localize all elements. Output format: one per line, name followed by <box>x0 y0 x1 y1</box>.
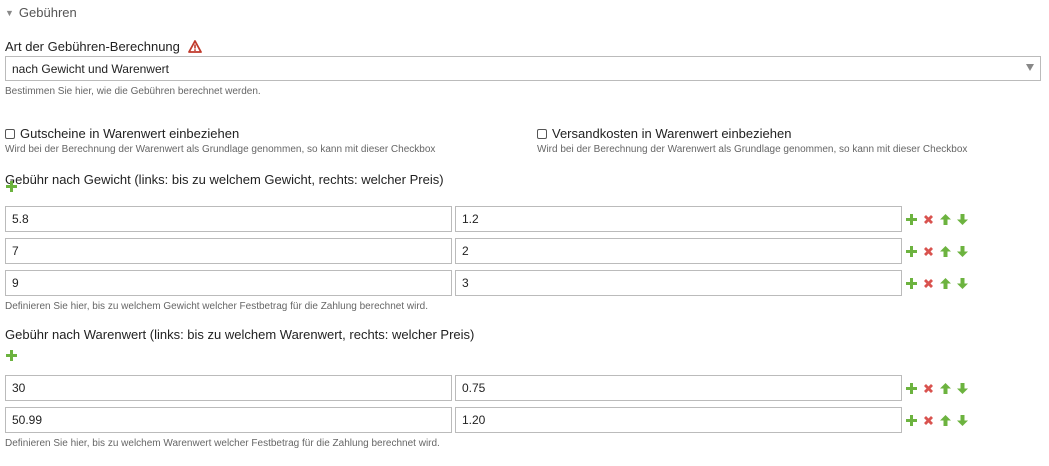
plus-icon[interactable] <box>905 213 918 226</box>
value-fees-help: Definieren Sie hier, bis zu welchem Ware… <box>5 438 440 449</box>
delete-x-icon[interactable] <box>922 213 935 226</box>
fee-type-selected-value: nach Gewicht und Warenwert <box>12 61 169 76</box>
plus-icon[interactable] <box>905 382 918 395</box>
plus-icon[interactable] <box>5 180 18 193</box>
weight-row-3-actions <box>905 270 969 296</box>
checkbox-shipping-label[interactable]: Versandkosten in Warenwert einbeziehen <box>552 126 791 141</box>
value-add-row-button[interactable] <box>5 349 18 367</box>
arrow-up-icon[interactable] <box>939 414 952 427</box>
fee-type-select[interactable]: nach Gewicht und Warenwert <box>5 56 1041 81</box>
section-header-gebuehren[interactable]: ▼ Gebühren <box>5 5 77 20</box>
checkbox-shipping[interactable]: Versandkosten in Warenwert einbeziehen <box>537 126 791 141</box>
arrow-up-icon[interactable] <box>939 245 952 258</box>
weight-row-1-right-input[interactable]: 1.2 <box>455 206 902 232</box>
weight-row-2-left-input[interactable]: 7 <box>5 238 452 264</box>
plus-icon[interactable] <box>5 349 18 362</box>
weight-row-1-actions <box>905 206 969 232</box>
weight-fees-label: Gebühr nach Gewicht (links: bis zu welch… <box>5 172 444 187</box>
arrow-down-icon[interactable] <box>956 382 969 395</box>
checkbox-shipping-help: Wird bei der Berechnung der Warenwert al… <box>537 144 968 155</box>
fee-type-label: Art der Gebühren-Berechnung <box>5 39 202 56</box>
arrow-up-icon[interactable] <box>939 213 952 226</box>
dropdown-arrow-icon[interactable] <box>1026 64 1034 71</box>
arrow-up-icon[interactable] <box>939 382 952 395</box>
delete-x-icon[interactable] <box>922 414 935 427</box>
plus-icon[interactable] <box>905 245 918 258</box>
weight-row-3-left-input[interactable]: 9 <box>5 270 452 296</box>
arrow-up-icon[interactable] <box>939 277 952 290</box>
checkbox-vouchers-help: Wird bei der Berechnung der Warenwert al… <box>5 144 436 155</box>
weight-row-1-left-input[interactable]: 5.8 <box>5 206 452 232</box>
value-row-2-left-input[interactable]: 50.99 <box>5 407 452 433</box>
weight-fees-help: Definieren Sie hier, bis zu welchem Gewi… <box>5 301 428 312</box>
delete-x-icon[interactable] <box>922 245 935 258</box>
delete-x-icon[interactable] <box>922 382 935 395</box>
delete-x-icon[interactable] <box>922 277 935 290</box>
checkbox-vouchers-box[interactable] <box>5 128 15 139</box>
value-fees-label: Gebühr nach Warenwert (links: bis zu wel… <box>5 327 475 342</box>
arrow-down-icon[interactable] <box>956 414 969 427</box>
arrow-down-icon[interactable] <box>956 245 969 258</box>
checkbox-vouchers[interactable]: Gutscheine in Warenwert einbeziehen <box>5 126 239 141</box>
arrow-down-icon[interactable] <box>956 277 969 290</box>
checkbox-vouchers-label[interactable]: Gutscheine in Warenwert einbeziehen <box>20 126 239 141</box>
value-row-1-left-input[interactable]: 30 <box>5 375 452 401</box>
value-row-1-actions <box>905 375 969 401</box>
value-row-1-right-input[interactable]: 0.75 <box>455 375 902 401</box>
weight-row-2-actions <box>905 238 969 264</box>
weight-row-2-right-input[interactable]: 2 <box>455 238 902 264</box>
value-row-2-actions <box>905 407 969 433</box>
caret-down-icon[interactable]: ▼ <box>5 8 14 18</box>
plus-icon[interactable] <box>905 277 918 290</box>
fee-type-help: Bestimmen Sie hier, wie die Gebühren ber… <box>5 86 261 97</box>
fee-type-label-text: Art der Gebühren-Berechnung <box>5 39 180 54</box>
checkbox-shipping-box[interactable] <box>537 128 547 139</box>
warning-icon <box>187 40 202 56</box>
section-title: Gebühren <box>18 5 77 20</box>
weight-row-3-right-input[interactable]: 3 <box>455 270 902 296</box>
value-row-2-right-input[interactable]: 1.20 <box>455 407 902 433</box>
weight-add-row-button[interactable] <box>5 180 18 198</box>
plus-icon[interactable] <box>905 414 918 427</box>
arrow-down-icon[interactable] <box>956 213 969 226</box>
